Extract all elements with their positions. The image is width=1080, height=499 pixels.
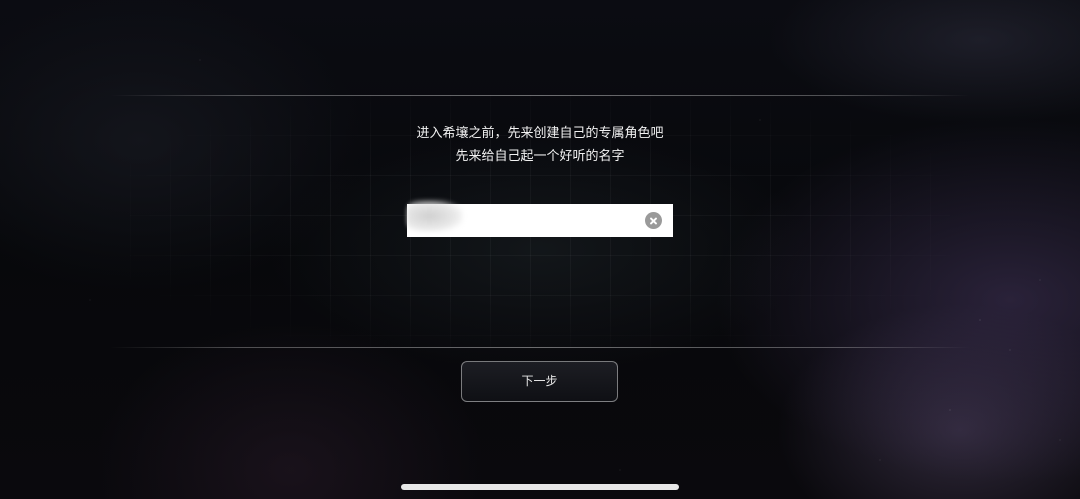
clear-circle-icon[interactable] (645, 212, 662, 229)
bottom-divider (110, 347, 970, 348)
top-divider (110, 95, 970, 96)
redacted-name-blur (407, 200, 463, 232)
character-creation-screen: 进入希壤之前，先来创建自己的专属角色吧 先来给自己起一个好听的名字 下一步 (0, 0, 1080, 499)
character-name-input[interactable] (407, 200, 673, 237)
next-step-button[interactable]: 下一步 (461, 361, 618, 402)
prompt-line-1: 进入希壤之前，先来创建自己的专属角色吧 (416, 126, 664, 141)
prompt-line-2: 先来给自己起一个好听的名字 (455, 149, 625, 164)
home-indicator-bar[interactable] (401, 484, 679, 490)
character-name-value (407, 204, 415, 237)
